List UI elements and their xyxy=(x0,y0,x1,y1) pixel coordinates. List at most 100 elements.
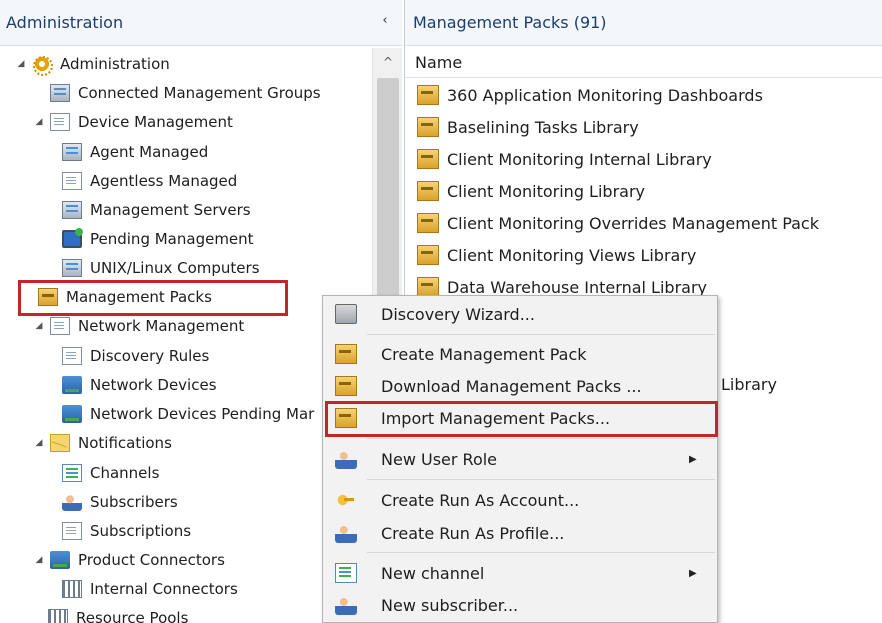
document-icon xyxy=(50,317,70,335)
server-icon xyxy=(62,201,82,219)
menu-item-label: Discovery Wizard... xyxy=(381,304,535,324)
document-icon xyxy=(62,522,82,540)
expand-arrow-icon[interactable]: ◢ xyxy=(14,59,28,69)
tree-item-management-servers[interactable]: Management Servers xyxy=(62,196,251,224)
menu-separator xyxy=(367,479,715,480)
menu-item-new-subscriber[interactable]: New subscriber... xyxy=(323,590,717,620)
tree-item-label: Connected Management Groups xyxy=(78,84,321,102)
results-title: Management Packs (91) xyxy=(413,13,607,32)
tree-item-agentless-managed[interactable]: Agentless Managed xyxy=(62,167,237,195)
menu-item-label: Create Management Pack xyxy=(381,344,587,364)
menu-item-new-user-role[interactable]: New User Role ▶ xyxy=(323,444,717,474)
tree-item-resource-pools[interactable]: Resource Pools xyxy=(48,604,188,623)
navigation-header: Administration ‹ xyxy=(0,0,402,46)
management-pack-icon xyxy=(417,181,439,201)
list-item[interactable]: Baselining Tasks Library xyxy=(405,111,882,143)
expand-arrow-icon[interactable]: ◢ xyxy=(32,117,46,127)
tree-item-channels[interactable]: Channels xyxy=(62,459,159,487)
collapse-pane-button[interactable]: ‹ xyxy=(378,13,392,31)
import-highlight xyxy=(325,401,718,437)
grid-icon xyxy=(62,580,82,598)
tree-item-network-devices-pending[interactable]: Network Devices Pending Mar xyxy=(62,400,314,428)
list-item-label: 360 Application Monitoring Dashboards xyxy=(447,85,763,105)
list-item-label: Client Monitoring Views Library xyxy=(447,245,697,265)
tree-item-product-connectors[interactable]: ◢ Product Connectors xyxy=(32,546,225,574)
tree-item-notifications[interactable]: ◢ Notifications xyxy=(32,429,172,457)
tree-item-label: Product Connectors xyxy=(78,551,225,569)
tree-item-unix-linux-computers[interactable]: UNIX/Linux Computers xyxy=(62,254,260,282)
tree-item-device-management[interactable]: ◢ Device Management xyxy=(32,108,233,136)
list-item[interactable]: Client Monitoring Views Library xyxy=(405,239,882,271)
menu-item-create-run-as-profile[interactable]: Create Run As Profile... xyxy=(323,518,717,548)
tree-item-discovery-rules[interactable]: Discovery Rules xyxy=(62,342,209,370)
network-icon xyxy=(62,376,82,394)
tree-item-label: Agent Managed xyxy=(90,143,209,161)
management-pack-icon xyxy=(335,344,357,364)
list-item[interactable]: Client Monitoring Overrides Management P… xyxy=(405,207,882,239)
scroll-up-button[interactable]: ^ xyxy=(373,48,402,76)
tree-item-connected-management-groups[interactable]: Connected Management Groups xyxy=(50,79,321,107)
tree-item-internal-connectors[interactable]: Internal Connectors xyxy=(62,575,238,603)
users-icon xyxy=(335,595,357,615)
list-item[interactable]: 360 Application Monitoring Dashboards xyxy=(405,79,882,111)
tree-item-administration[interactable]: ◢ Administration xyxy=(14,50,170,78)
menu-item-create-run-as-account[interactable]: Create Run As Account... xyxy=(323,485,717,515)
tree-item-label: Discovery Rules xyxy=(90,347,210,365)
tree-item-network-devices[interactable]: Network Devices xyxy=(62,371,217,399)
navigation-title: Administration xyxy=(6,13,124,32)
tree-item-label: Network Devices Pending Mar xyxy=(90,405,315,423)
server-icon xyxy=(62,259,82,277)
network-icon xyxy=(62,405,82,423)
tree-item-subscriptions[interactable]: Subscriptions xyxy=(62,517,191,545)
server-icon xyxy=(62,143,82,161)
management-pack-icon xyxy=(417,149,439,169)
menu-separator xyxy=(367,438,715,439)
submenu-arrow-icon: ▶ xyxy=(689,453,697,465)
list-item-label: Client Monitoring Internal Library xyxy=(447,149,712,169)
column-header[interactable]: Name xyxy=(405,48,882,78)
tree-item-label: Agentless Managed xyxy=(90,172,238,190)
tree-item-subscribers[interactable]: Subscribers xyxy=(62,488,178,516)
tree-item-label: Resource Pools xyxy=(76,609,189,623)
results-header: Management Packs (91) xyxy=(405,0,882,46)
tree-item-label: Subscribers xyxy=(90,493,178,511)
management-pack-icon xyxy=(417,245,439,265)
document-icon xyxy=(50,113,70,131)
menu-item-discovery-wizard[interactable]: Discovery Wizard... xyxy=(323,299,717,329)
tree-item-pending-management[interactable]: Pending Management xyxy=(62,225,254,253)
tree-item-label: UNIX/Linux Computers xyxy=(90,259,260,277)
menu-item-label: Download Management Packs ... xyxy=(381,376,642,396)
monitor-icon xyxy=(62,228,83,248)
list-item-label: Baselining Tasks Library xyxy=(447,117,639,137)
list-item-label: Data Warehouse Internal Library xyxy=(447,277,707,297)
column-header-name[interactable]: Name xyxy=(415,53,462,72)
users-icon xyxy=(62,493,82,511)
menu-item-download-management-packs[interactable]: Download Management Packs ... xyxy=(323,371,717,401)
expand-arrow-icon[interactable]: ◢ xyxy=(32,321,46,331)
tree-item-network-management[interactable]: ◢ Network Management xyxy=(32,312,244,340)
tree-item-label: Network Devices xyxy=(90,376,217,394)
grid-icon xyxy=(48,609,68,623)
list-item-label: Client Monitoring Library xyxy=(447,181,645,201)
list-item-label: Library xyxy=(721,374,777,394)
users-icon xyxy=(335,523,357,543)
menu-item-create-management-pack[interactable]: Create Management Pack xyxy=(323,339,717,369)
management-pack-icon xyxy=(417,117,439,137)
menu-separator xyxy=(367,552,715,553)
menu-item-new-channel[interactable]: New channel ▶ xyxy=(323,558,717,588)
channel-icon xyxy=(335,563,357,583)
context-menu: Discovery Wizard... Create Management Pa… xyxy=(322,295,718,623)
selection-highlight xyxy=(18,280,288,316)
management-pack-icon xyxy=(417,213,439,233)
tree-item-label: Channels xyxy=(90,464,160,482)
tree-item-label: Notifications xyxy=(78,434,172,452)
list-item[interactable]: Client Monitoring Internal Library xyxy=(405,143,882,175)
menu-item-label: New subscriber... xyxy=(381,595,519,615)
tree-item-agent-managed[interactable]: Agent Managed xyxy=(62,138,208,166)
list-item[interactable]: Client Monitoring Library xyxy=(405,175,882,207)
channel-icon xyxy=(62,464,82,482)
expand-arrow-icon[interactable]: ◢ xyxy=(32,555,46,565)
tree-item-label: Internal Connectors xyxy=(90,580,238,598)
menu-separator xyxy=(367,334,715,335)
expand-arrow-icon[interactable]: ◢ xyxy=(32,438,46,448)
